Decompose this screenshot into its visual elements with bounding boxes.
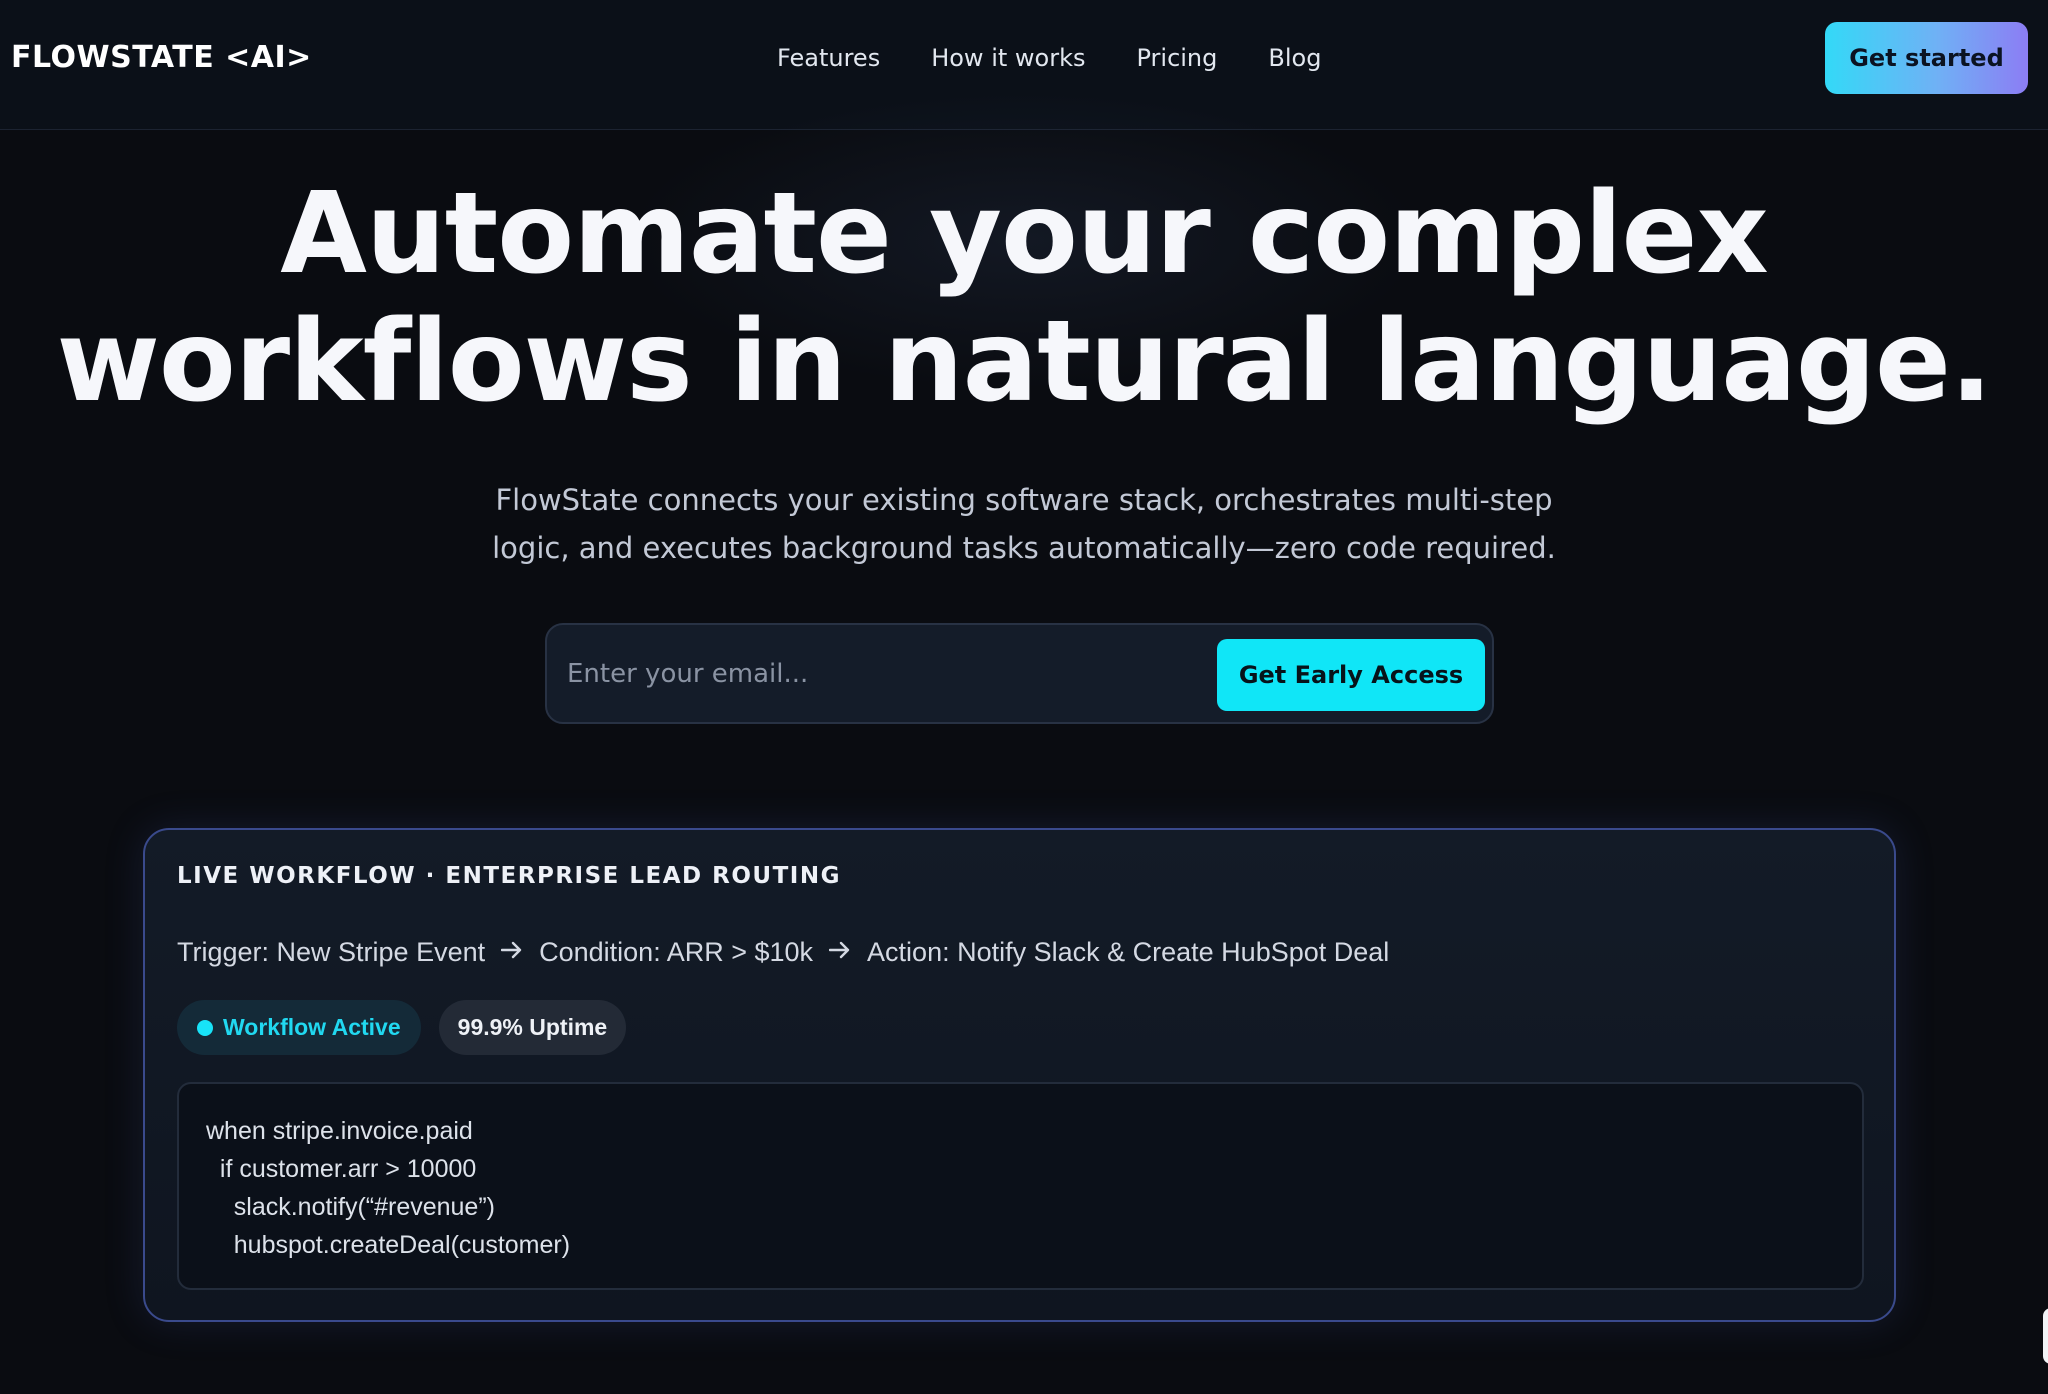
nav-link-blog[interactable]: Blog [1268, 37, 1321, 79]
nav-link-how-it-works[interactable]: How it works [931, 37, 1085, 79]
workflow-card-title: LIVE WORKFLOW · ENTERPRISE LEAD ROUTING [177, 863, 841, 889]
code-line: slack.notify(“#revenue”) [206, 1193, 495, 1221]
top-nav: FLOWSTATE <AI> Features How it works Pri… [0, 0, 2048, 130]
code-line: when stripe.invoice.paid [206, 1117, 473, 1145]
nav-links: Features How it works Pricing Blog [777, 37, 1372, 79]
workflow-badges: Workflow Active 99.9% Uptime [177, 1000, 627, 1055]
email-signup-form: Get Early Access [545, 623, 1494, 724]
workflow-steps: Trigger: New Stripe Event Condition: ARR… [177, 934, 1389, 970]
nav-link-features[interactable]: Features [777, 37, 880, 79]
email-input[interactable] [567, 643, 1207, 705]
workflow-step-condition: Condition: ARR > $10k [539, 937, 814, 967]
nav-link-pricing[interactable]: Pricing [1136, 37, 1217, 79]
status-dot-icon [197, 1019, 213, 1036]
workflow-active-label: Workflow Active [223, 1014, 401, 1040]
get-early-access-button[interactable]: Get Early Access [1217, 639, 1485, 711]
workflow-step-action: Action: Notify Slack & Create HubSpot De… [867, 937, 1390, 967]
uptime-badge: 99.9% Uptime [438, 1000, 627, 1055]
hero-title-line-1: Automate your complex [280, 169, 1768, 299]
hero-subtitle: FlowState connects your existing softwar… [492, 483, 1556, 565]
floating-widget-tab[interactable] [2043, 1308, 2048, 1364]
code-line: if customer.arr > 10000 [206, 1155, 477, 1183]
code-line: hubspot.createDeal(customer) [206, 1231, 571, 1259]
hero-title: Automate your complex workflows in natur… [0, 170, 2048, 426]
workflow-card: LIVE WORKFLOW · ENTERPRISE LEAD ROUTING … [143, 828, 1896, 1322]
hero-title-line-2: workflows in natural language. [56, 297, 1992, 427]
workflow-step-trigger: Trigger: New Stripe Event [177, 937, 486, 967]
get-started-button[interactable]: Get started [1825, 22, 2028, 94]
arrow-right-icon [500, 934, 523, 970]
workflow-active-badge: Workflow Active [177, 1000, 421, 1055]
workflow-code-block: when stripe.invoice.paid if customer.arr… [177, 1082, 1864, 1290]
brand-logo[interactable]: FLOWSTATE <AI> [11, 37, 312, 79]
arrow-right-icon [828, 934, 851, 970]
